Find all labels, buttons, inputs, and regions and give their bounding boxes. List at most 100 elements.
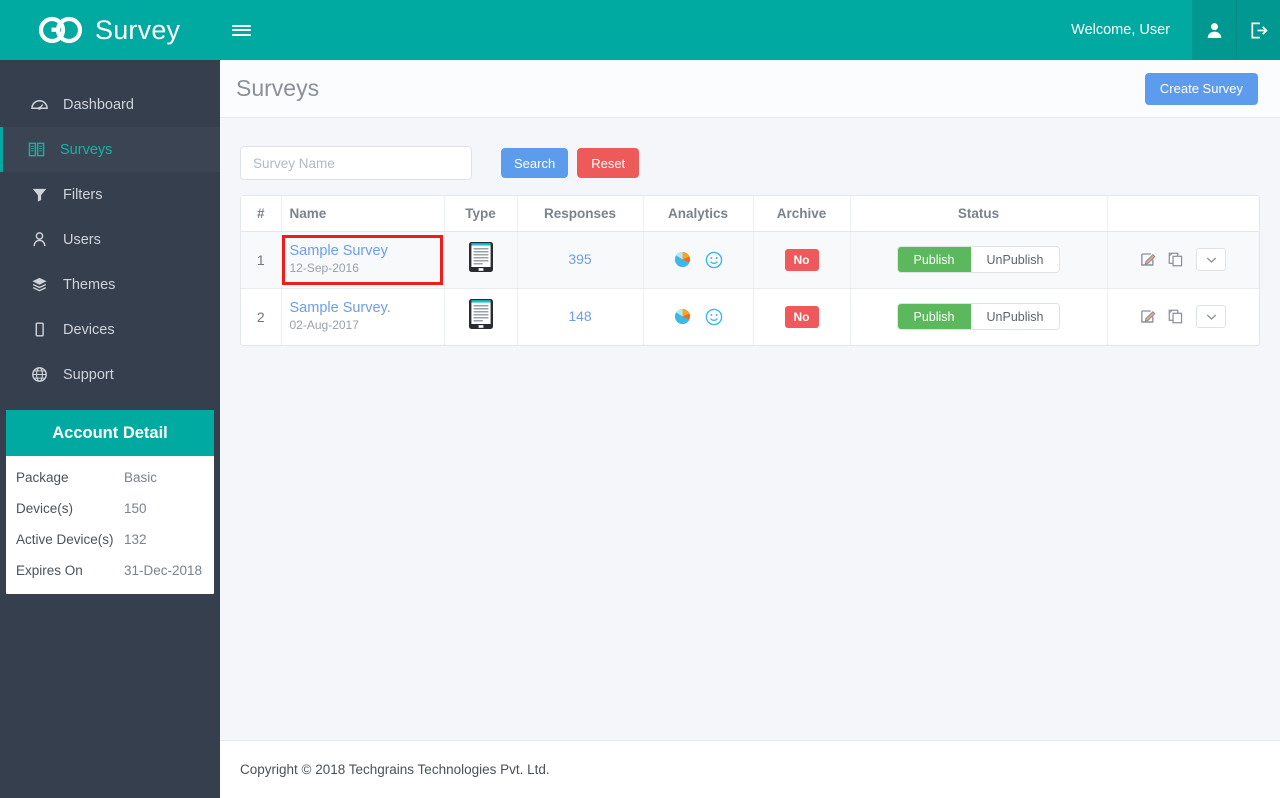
user-icon (1207, 22, 1221, 38)
account-detail-row: Active Device(s) 132 (6, 524, 214, 555)
account-detail-value: 150 (124, 501, 147, 516)
sidebar-item-filters[interactable]: Filters (0, 172, 220, 217)
account-detail-row: Expires On 31-Dec-2018 (6, 555, 214, 586)
sidebar-item-label: Dashboard (63, 96, 134, 113)
cell-index: 1 (241, 231, 282, 289)
account-detail-row: Package Basic (6, 462, 214, 493)
logout-button[interactable] (1236, 0, 1280, 60)
cell-responses: 148 (517, 288, 644, 345)
responses-link[interactable]: 395 (568, 251, 591, 267)
create-survey-button[interactable]: Create Survey (1144, 72, 1258, 105)
edit-icon[interactable] (1140, 251, 1157, 268)
search-input[interactable] (240, 146, 472, 180)
column-header-archive: Archive (753, 196, 851, 232)
sidebar-item-label: Filters (63, 186, 103, 203)
account-detail-row: Device(s) 150 (6, 493, 214, 524)
account-detail-key: Expires On (16, 563, 83, 578)
responses-link[interactable]: 148 (568, 308, 591, 324)
layers-icon (31, 276, 57, 293)
survey-date: 12-Sep-2016 (289, 260, 359, 275)
cell-name: Sample Survey 12-Sep-2016 (281, 231, 445, 289)
sidebar-item-devices[interactable]: Devices (0, 307, 220, 352)
copy-icon[interactable] (1167, 308, 1184, 325)
sidebar-item-label: Surveys (60, 141, 113, 158)
go-infinity-logo-icon (38, 16, 83, 44)
cell-actions (1107, 288, 1259, 345)
page-title: Surveys (236, 75, 320, 101)
archive-status-badge[interactable]: No (784, 305, 819, 328)
main-content: Surveys Create Survey Search Reset # Nam… (220, 60, 1280, 798)
welcome-label: Welcome, User (1071, 22, 1170, 38)
sidebar-item-support[interactable]: Support (0, 352, 220, 397)
chevron-down-icon[interactable] (1196, 248, 1227, 271)
column-header-responses: Responses (517, 196, 644, 232)
tablet-icon (31, 321, 57, 338)
reset-button[interactable]: Reset (577, 148, 640, 178)
copy-icon[interactable] (1167, 251, 1184, 268)
sidebar-item-label: Support (63, 366, 114, 383)
account-detail-card: Account Detail Package Basic Device(s) 1… (6, 410, 214, 594)
status-toggle-group: Publish UnPublish (896, 246, 1061, 273)
smiley-icon[interactable] (705, 251, 723, 269)
account-detail-key: Active Device(s) (16, 532, 114, 547)
column-header-type: Type (444, 196, 518, 232)
funnel-icon (31, 186, 57, 203)
table-header-row: # Name Type Responses Analytics Archive … (241, 196, 1259, 232)
smiley-icon[interactable] (705, 308, 723, 326)
column-header-name: Name (281, 196, 445, 232)
cell-archive: No (753, 288, 851, 345)
surveys-table: # Name Type Responses Analytics Archive … (241, 196, 1259, 345)
cell-name: Sample Survey. 02-Aug-2017 (281, 288, 445, 345)
table-row: 1 Sample Survey 12-Sep-2016 395 No Publi… (241, 231, 1259, 289)
footer: Copyright © 2018 Techgrains Technologies… (220, 740, 1280, 798)
cell-index: 2 (241, 288, 282, 345)
cell-archive: No (753, 231, 851, 289)
sidebar-item-dashboard[interactable]: Dashboard (0, 82, 220, 127)
row-action-group (1109, 305, 1259, 329)
brand-logo[interactable]: Survey (0, 0, 220, 60)
hamburger-menu-icon[interactable] (220, 0, 262, 60)
cell-type (444, 231, 518, 289)
cell-status: Publish UnPublish (850, 231, 1108, 289)
column-header-analytics: Analytics (643, 196, 754, 232)
unpublish-button[interactable]: UnPublish (970, 304, 1060, 330)
status-toggle-group: Publish UnPublish (896, 303, 1061, 331)
page-header: Surveys Create Survey (220, 60, 1280, 118)
search-button[interactable]: Search (501, 148, 569, 178)
chevron-down-icon[interactable] (1196, 305, 1227, 329)
survey-name-link[interactable]: Sample Survey. (290, 300, 391, 316)
archive-status-badge[interactable]: No (784, 248, 819, 271)
account-detail-value: 31-Dec-2018 (124, 563, 203, 578)
publish-button[interactable]: Publish (897, 304, 971, 330)
survey-name-link[interactable]: Sample Survey (290, 243, 433, 259)
sidebar-item-users[interactable]: Users (0, 217, 220, 262)
survey-name-highlight[interactable]: Sample Survey 12-Sep-2016 (281, 234, 443, 285)
analytics-icon-group (645, 251, 752, 269)
top-bar: Survey Welcome, User (0, 0, 1280, 60)
table-body: 1 Sample Survey 12-Sep-2016 395 No Publi… (241, 231, 1259, 345)
sidebar-item-surveys[interactable]: Surveys (0, 127, 220, 172)
survey-date: 02-Aug-2017 (289, 317, 359, 332)
column-header-status: Status (850, 196, 1108, 232)
sidebar-item-label: Themes (63, 276, 116, 293)
account-detail-value: Basic (124, 470, 158, 485)
publish-button[interactable]: Publish (897, 247, 971, 272)
sidebar-item-label: Users (63, 231, 101, 248)
pie-chart-icon[interactable] (674, 308, 691, 325)
sidebar-item-themes[interactable]: Themes (0, 262, 220, 307)
copyright-text: Copyright © 2018 Techgrains Technologies… (240, 762, 550, 777)
survey-name-cell[interactable]: Sample Survey. 02-Aug-2017 (282, 292, 401, 342)
account-detail-key: Device(s) (16, 501, 74, 516)
account-detail-title: Account Detail (6, 410, 214, 456)
column-header-index: # (241, 196, 282, 232)
unpublish-button[interactable]: UnPublish (970, 247, 1060, 272)
cell-type (444, 288, 518, 345)
sidebar-nav: Dashboard Surveys Filters Users Themes D… (0, 60, 220, 397)
account-detail-value: 132 (124, 532, 147, 547)
sidebar-item-label: Devices (63, 321, 115, 338)
pie-chart-icon[interactable] (674, 251, 691, 268)
surveys-table-container: # Name Type Responses Analytics Archive … (240, 195, 1260, 346)
tablet-survey-icon (468, 299, 493, 330)
edit-icon[interactable] (1140, 308, 1157, 325)
user-profile-button[interactable] (1192, 0, 1236, 60)
